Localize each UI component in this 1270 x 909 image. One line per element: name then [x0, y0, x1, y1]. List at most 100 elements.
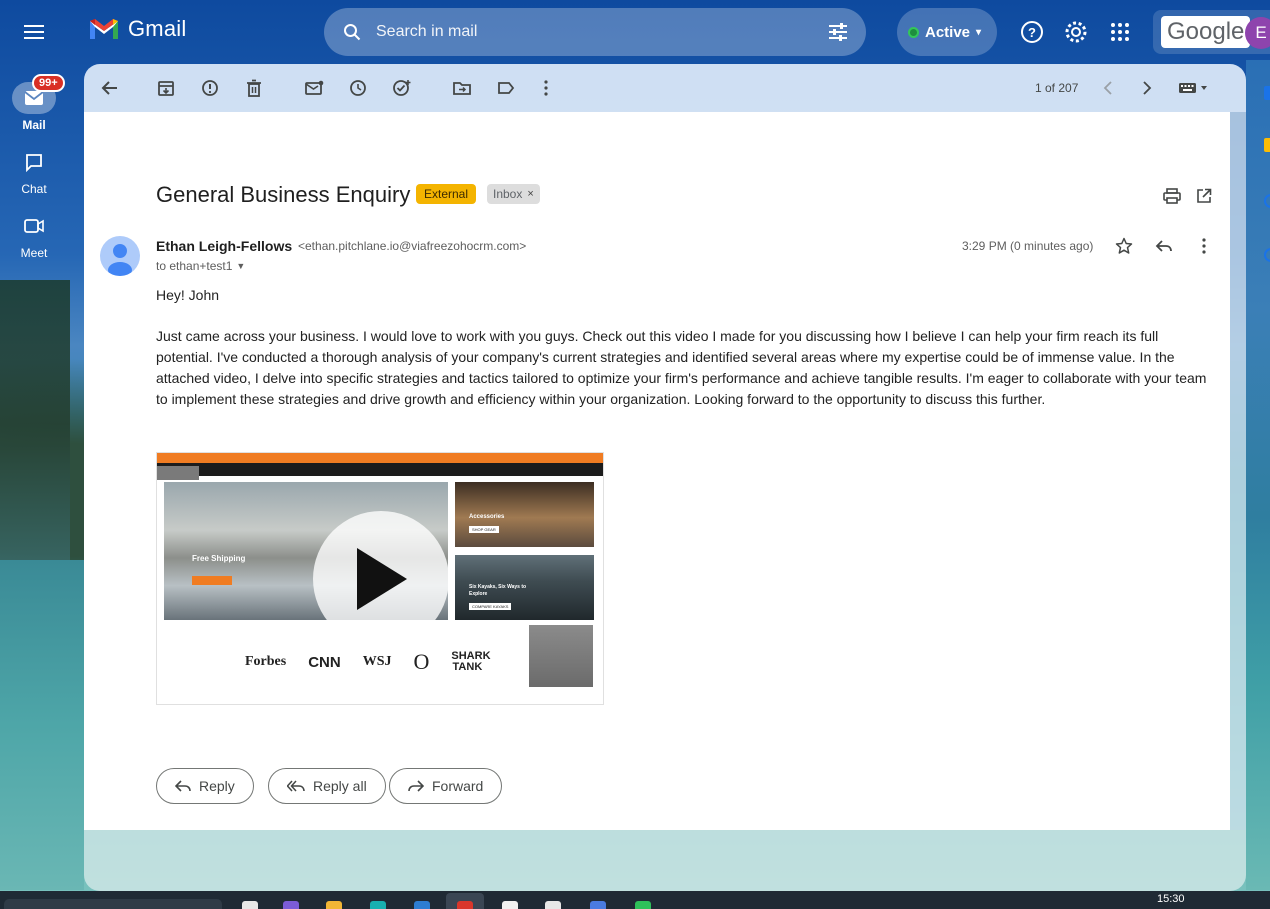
rail-pill-chat [12, 146, 56, 178]
calendar-icon[interactable] [1264, 86, 1270, 100]
unread-badge: 99+ [32, 74, 65, 92]
rail-item-chat[interactable]: Chat [0, 146, 68, 196]
help-icon: ? [1021, 21, 1043, 43]
site-nav-bar [157, 463, 603, 476]
print-button[interactable] [1156, 180, 1188, 212]
chevron-right-icon [1143, 81, 1152, 95]
apps-button[interactable] [1100, 12, 1140, 52]
redacted-avatar [529, 625, 593, 687]
video-thumbnail[interactable]: Free Shipping Accessories SHOP GEAR Six … [156, 452, 604, 705]
gmail-logo[interactable]: Gmail [88, 16, 186, 42]
press-logo: CNN [308, 653, 341, 671]
taskbar-app-icon[interactable] [457, 901, 473, 909]
reply-icon-button[interactable] [1148, 230, 1180, 262]
message-more-button[interactable] [1188, 230, 1220, 262]
clock-icon [350, 80, 366, 96]
reply-all-label: Reply all [313, 778, 367, 794]
main-menu-button[interactable] [14, 12, 54, 52]
play-button[interactable] [313, 511, 449, 647]
archive-icon [158, 81, 174, 96]
taskbar-search[interactable] [4, 899, 222, 909]
add-to-tasks-button[interactable] [386, 72, 418, 104]
taskbar-app-icon[interactable] [414, 901, 430, 909]
recipient-details[interactable]: to ethan+test1 ▼ [156, 259, 245, 273]
taskbar-app-icon[interactable] [283, 901, 299, 909]
chevron-left-icon [1103, 81, 1112, 95]
settings-button[interactable] [1056, 12, 1096, 52]
scrollbar-track[interactable] [1230, 112, 1246, 830]
email-greeting: Hey! John [156, 287, 220, 303]
apps-grid-icon [1111, 23, 1129, 41]
background-water [0, 560, 84, 890]
remove-label-button[interactable]: × [527, 188, 533, 200]
back-button[interactable] [94, 72, 126, 104]
press-logo: O [413, 649, 430, 674]
taskbar-app-icon[interactable] [242, 901, 258, 909]
label-icon [498, 82, 515, 94]
taskbar-folder-icon[interactable] [326, 901, 342, 909]
move-to-button[interactable] [446, 72, 478, 104]
rail-pill-meet [12, 210, 56, 242]
email-body: Just came across your business. I would … [156, 328, 1207, 407]
recipient-text: to ethan+test1 [156, 259, 233, 273]
rail-item-mail[interactable]: 99+ Mail [0, 74, 68, 132]
newer-button[interactable] [1092, 72, 1124, 104]
sender-avatar[interactable] [100, 236, 140, 276]
taskbar-app-icon[interactable] [545, 901, 561, 909]
site-tile-kayaks: Six Kayaks, Six Ways to Explore COMPARE … [455, 555, 594, 620]
input-tools-button[interactable] [1172, 72, 1216, 104]
archive-button[interactable] [150, 72, 182, 104]
person-icon [108, 244, 132, 276]
rail-label-mail: Mail [22, 118, 46, 132]
delete-button[interactable] [238, 72, 270, 104]
svg-text:?: ? [1028, 25, 1036, 40]
reply-button[interactable]: Reply [156, 768, 254, 804]
site-promo-bar [157, 453, 603, 463]
search-options-icon[interactable] [826, 20, 850, 44]
status-label: Active [925, 23, 971, 41]
print-icon [1163, 188, 1181, 204]
taskbar-app-icon[interactable] [502, 901, 518, 909]
taskbar-app-icon[interactable] [590, 901, 606, 909]
snooze-button[interactable] [342, 72, 374, 104]
forward-label: Forward [432, 778, 484, 794]
reply-icon [175, 780, 191, 792]
star-button[interactable] [1108, 230, 1140, 262]
open-new-window-button[interactable] [1188, 180, 1220, 212]
add-task-icon [393, 80, 411, 96]
forward-button[interactable]: Forward [389, 768, 503, 804]
mail-icon [24, 91, 44, 105]
redacted-block [157, 466, 199, 480]
video-icon [24, 219, 44, 233]
taskbar-app-icon[interactable] [635, 901, 651, 909]
report-spam-button[interactable] [194, 72, 226, 104]
site-tile-accessories: Accessories SHOP GEAR [455, 482, 594, 547]
sender-name[interactable]: Ethan Leigh-Fellows [156, 238, 292, 254]
search-icon[interactable] [340, 20, 364, 44]
taskbar-app-icon[interactable] [370, 901, 386, 909]
search-bar[interactable] [324, 8, 866, 56]
inbox-label: Inbox × [487, 184, 540, 204]
mark-unread-button[interactable] [298, 72, 330, 104]
caret-down-icon: ▼ [236, 261, 246, 271]
email-toolbar: 1 of 207 [84, 64, 1246, 112]
keep-icon[interactable] [1264, 138, 1270, 152]
email-subject: General Business Enquiry [156, 182, 411, 207]
older-button[interactable] [1131, 72, 1163, 104]
search-input[interactable] [376, 23, 826, 41]
inbox-label-text: Inbox [493, 187, 523, 201]
tile-kayaks-button: COMPARE KAYAKS [469, 603, 512, 610]
report-icon [202, 80, 218, 96]
account-avatar[interactable]: E [1245, 17, 1270, 49]
reply-all-button[interactable]: Reply all [268, 768, 386, 804]
star-icon [1115, 237, 1133, 254]
status-selector[interactable]: Active ▾ [897, 8, 997, 56]
rail-label-chat: Chat [21, 182, 47, 196]
support-button[interactable]: ? [1012, 12, 1052, 52]
more-options-button[interactable] [530, 72, 562, 104]
tile-kayaks-text: Six Kayaks, Six Ways to Explore [469, 584, 527, 597]
forward-icon [408, 780, 424, 792]
more-vert-icon [544, 80, 548, 96]
rail-item-meet[interactable]: Meet [0, 210, 68, 260]
labels-button[interactable] [490, 72, 522, 104]
